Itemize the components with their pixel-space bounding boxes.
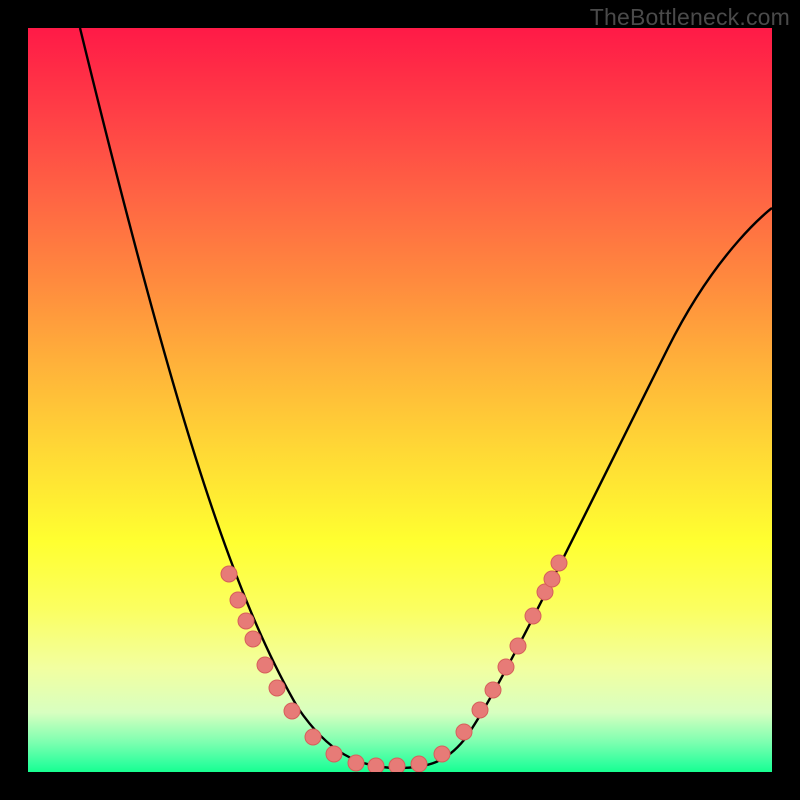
watermark-text: TheBottleneck.com (590, 4, 790, 31)
chart-marker (485, 682, 501, 698)
chart-marker (230, 592, 246, 608)
chart-marker (411, 756, 427, 772)
chart-marker (472, 702, 488, 718)
chart-marker (348, 755, 364, 771)
chart-marker (434, 746, 450, 762)
chart-svg (28, 28, 772, 772)
chart-plot-area (28, 28, 772, 772)
chart-marker (238, 613, 254, 629)
chart-marker (544, 571, 560, 587)
chart-marker (525, 608, 541, 624)
chart-marker (284, 703, 300, 719)
chart-marker (305, 729, 321, 745)
chart-marker (269, 680, 285, 696)
chart-marker (456, 724, 472, 740)
chart-marker (498, 659, 514, 675)
chart-marker (510, 638, 526, 654)
chart-marker (551, 555, 567, 571)
chart-marker (257, 657, 273, 673)
chart-frame: TheBottleneck.com (0, 0, 800, 800)
bottleneck-curve (80, 28, 772, 768)
chart-marker (221, 566, 237, 582)
marker-group (221, 555, 567, 772)
chart-marker (389, 758, 405, 772)
chart-marker (368, 758, 384, 772)
chart-marker (245, 631, 261, 647)
chart-marker (326, 746, 342, 762)
